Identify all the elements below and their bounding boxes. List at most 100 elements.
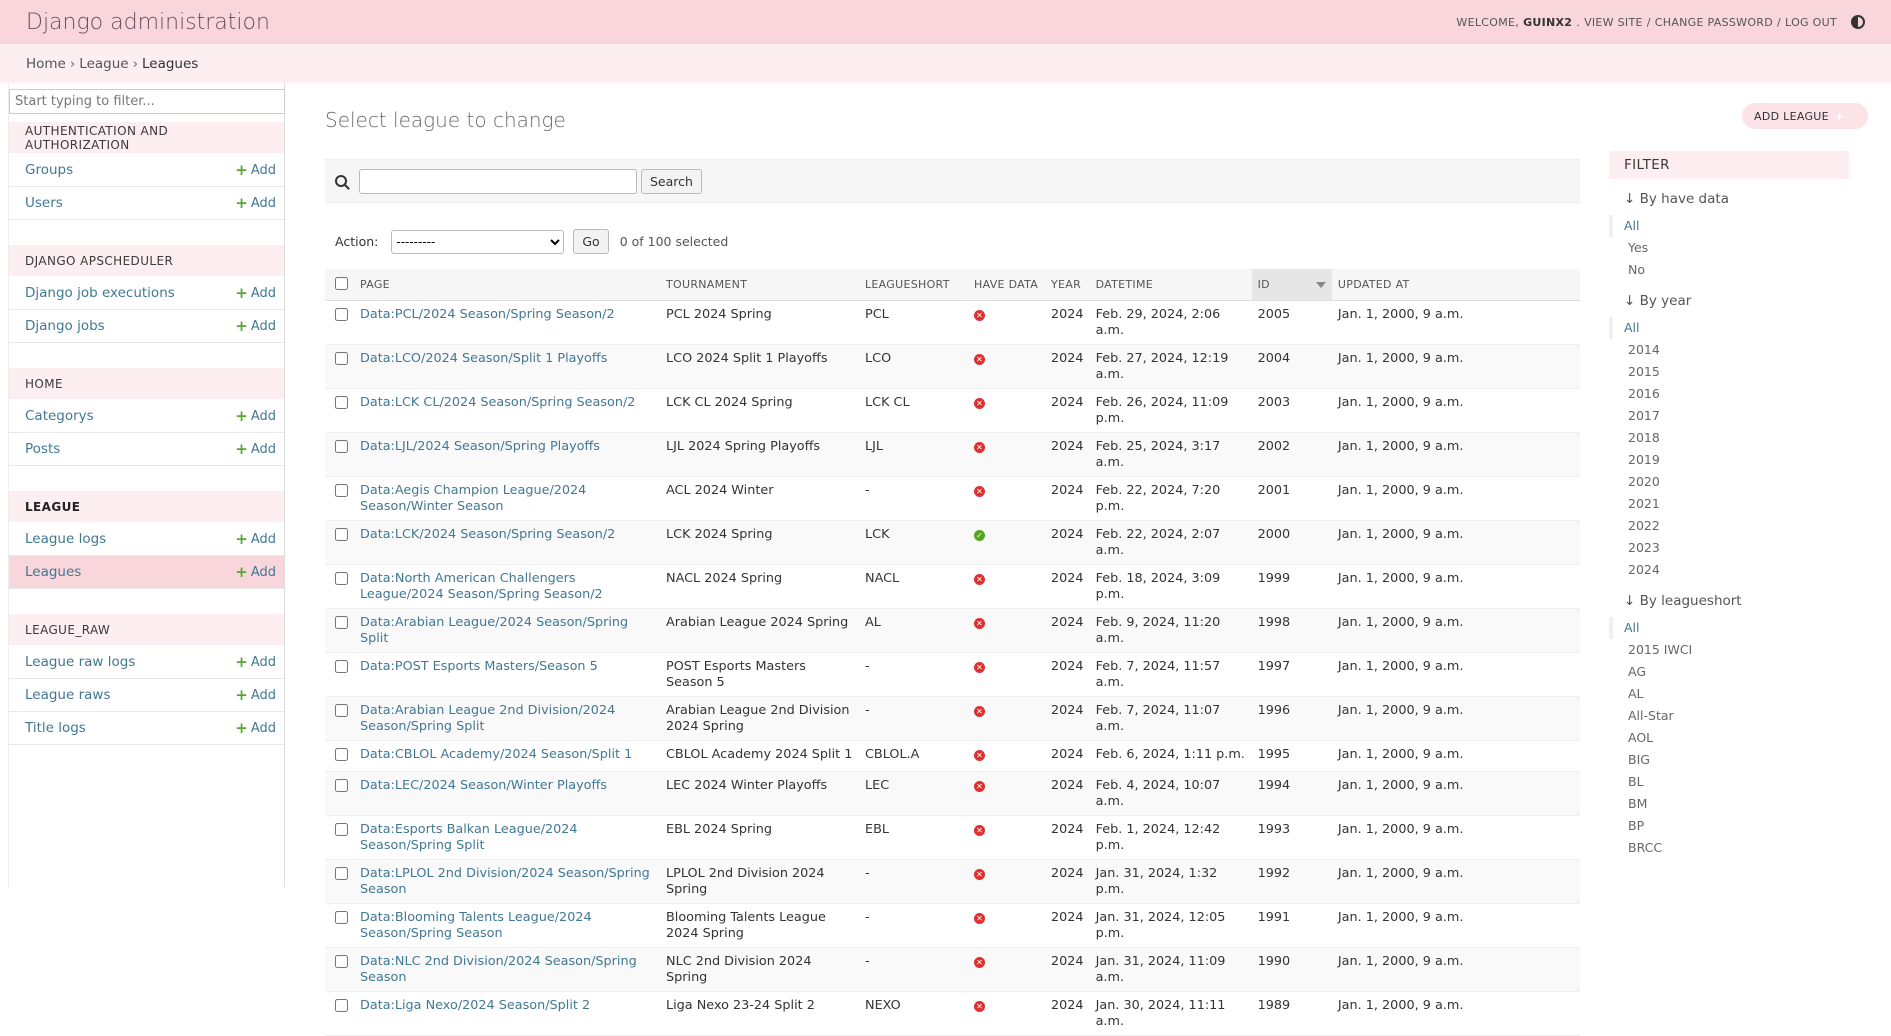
filter-option[interactable]: BL [1609, 771, 1849, 793]
row-checkbox[interactable] [335, 747, 348, 761]
filter-option[interactable]: 2014 [1609, 339, 1849, 361]
page-link[interactable]: Data:CBLOL Academy/2024 Season/Split 1 [360, 747, 632, 762]
page-link[interactable]: Data:POST Esports Masters/Season 5 [360, 659, 598, 674]
filter-option[interactable]: Yes [1609, 237, 1849, 259]
page-link[interactable]: Data:LPLOL 2nd Division/2024 Season/Spri… [360, 866, 650, 897]
page-link[interactable]: Data:Esports Balkan League/2024 Season/S… [360, 822, 578, 853]
filter-group-title[interactable]: ↓ By leagueshort [1624, 593, 1849, 609]
row-checkbox[interactable] [335, 822, 348, 836]
table-row[interactable]: Data:LCK/2024 Season/Spring Season/2 LCK … [325, 520, 1580, 565]
column-header-tournament[interactable]: TOURNAMENT [660, 269, 859, 301]
row-checkbox[interactable] [335, 998, 348, 1012]
filter-option[interactable]: AOL [1609, 727, 1849, 749]
row-checkbox[interactable] [335, 954, 348, 968]
app-caption[interactable]: LEAGUE [9, 491, 284, 523]
row-checkbox[interactable] [335, 439, 348, 453]
sidebar-add-link[interactable]: + Add [235, 719, 276, 737]
change-password-link[interactable]: CHANGE PASSWORD [1655, 16, 1773, 29]
page-link[interactable]: Data:Arabian League 2nd Division/2024 Se… [360, 703, 615, 734]
row-checkbox[interactable] [335, 571, 348, 585]
filter-option[interactable]: 2016 [1609, 383, 1849, 405]
sidebar-add-link[interactable]: + Add [235, 407, 276, 425]
filter-option[interactable]: All [1609, 617, 1849, 639]
page-link[interactable]: Data:Liga Nexo/2024 Season/Split 2 [360, 998, 590, 1013]
sidebar-model-link[interactable]: Groups [25, 162, 73, 178]
filter-option[interactable]: 2015 [1609, 361, 1849, 383]
sidebar-model-link[interactable]: League raw logs [25, 654, 135, 670]
sidebar-model-link[interactable]: Users [25, 195, 63, 211]
breadcrumb-home[interactable]: Home [26, 56, 66, 72]
sidebar-add-link[interactable]: + Add [235, 317, 276, 335]
table-row[interactable]: Data:Esports Balkan League/2024 Season/S… [325, 815, 1580, 860]
row-checkbox[interactable] [335, 703, 348, 717]
filter-option[interactable]: 2019 [1609, 449, 1849, 471]
sort-descending-icon[interactable] [1315, 281, 1326, 288]
sidebar-add-link[interactable]: + Add [235, 161, 276, 179]
filter-option[interactable]: AL [1609, 683, 1849, 705]
row-checkbox[interactable] [335, 395, 348, 409]
table-row[interactable]: Data:LCK CL/2024 Season/Spring Season/2 L… [325, 388, 1580, 433]
sidebar-model-link[interactable]: League logs [25, 531, 106, 547]
table-row[interactable]: Data:PCL/2024 Season/Spring Season/2 PCL … [325, 300, 1580, 345]
breadcrumb-app[interactable]: League [79, 56, 128, 72]
table-row[interactable]: Data:NLC 2nd Division/2024 Season/Spring… [325, 947, 1580, 992]
app-caption[interactable]: LEAGUE_RAW [9, 614, 284, 646]
page-link[interactable]: Data:LCK/2024 Season/Spring Season/2 [360, 527, 615, 542]
app-caption[interactable]: AUTHENTICATION AND AUTHORIZATION [9, 122, 284, 154]
page-link[interactable]: Data:Arabian League/2024 Season/Spring S… [360, 615, 628, 646]
filter-option[interactable]: 2017 [1609, 405, 1849, 427]
search-button[interactable]: Search [641, 168, 702, 194]
table-row[interactable]: Data:LPLOL 2nd Division/2024 Season/Spri… [325, 859, 1580, 904]
sidebar-add-link[interactable]: + Add [235, 284, 276, 302]
add-league-button[interactable]: ADD LEAGUE + [1742, 103, 1869, 129]
filter-option[interactable]: 2020 [1609, 471, 1849, 493]
row-checkbox[interactable] [335, 527, 348, 541]
app-caption[interactable]: DJANGO APSCHEDULER [9, 245, 284, 277]
column-header-updated-at[interactable]: UPDATED AT [1331, 269, 1580, 301]
filter-option[interactable]: 2018 [1609, 427, 1849, 449]
filter-group-title[interactable]: ↓ By year [1624, 293, 1849, 309]
page-link[interactable]: Data:LJL/2024 Season/Spring Playoffs [360, 439, 600, 454]
column-header-year[interactable]: YEAR [1045, 269, 1090, 301]
site-name[interactable]: Django administration [26, 10, 270, 35]
filter-option[interactable]: 2015 IWCI [1609, 639, 1849, 661]
row-checkbox[interactable] [335, 659, 348, 673]
table-row[interactable]: Data:North American Challengers League/2… [325, 564, 1580, 609]
page-link[interactable]: Data:NLC 2nd Division/2024 Season/Spring… [360, 954, 637, 985]
filter-option[interactable]: BIG [1609, 749, 1849, 771]
column-header-have-data[interactable]: HAVE DATA [968, 269, 1045, 301]
table-row[interactable]: Data:Arabian League 2nd Division/2024 Se… [325, 696, 1580, 741]
column-header-leagueshort[interactable]: LEAGUESHORT [859, 269, 968, 301]
theme-toggle-icon[interactable] [1851, 15, 1865, 29]
row-checkbox[interactable] [335, 866, 348, 880]
filter-option[interactable]: 2023 [1609, 537, 1849, 559]
page-link[interactable]: Data:LEC/2024 Season/Winter Playoffs [360, 778, 607, 793]
table-row[interactable]: Data:LEC/2024 Season/Winter Playoffs LEC … [325, 771, 1580, 816]
page-link[interactable]: Data:Aegis Champion League/2024 Season/W… [360, 483, 586, 514]
sidebar-model-link[interactable]: Categorys [25, 408, 94, 424]
row-checkbox[interactable] [335, 910, 348, 924]
search-input[interactable] [359, 168, 637, 194]
filter-option[interactable]: AG [1609, 661, 1849, 683]
filter-option[interactable]: BP [1609, 815, 1849, 837]
sidebar-model-link[interactable]: Title logs [25, 720, 86, 736]
action-select[interactable]: --------- [391, 229, 565, 254]
page-link[interactable]: Data:PCL/2024 Season/Spring Season/2 [360, 307, 615, 322]
sidebar-model-link[interactable]: League raws [25, 687, 110, 703]
table-row[interactable]: Data:Arabian League/2024 Season/Spring S… [325, 608, 1580, 653]
page-link[interactable]: Data:LCK CL/2024 Season/Spring Season/2 [360, 395, 635, 410]
log-out-link[interactable]: LOG OUT [1785, 16, 1837, 29]
table-row[interactable]: Data:POST Esports Masters/Season 5 POST E… [325, 652, 1580, 697]
page-link[interactable]: Data:North American Challengers League/2… [360, 571, 603, 602]
filter-option[interactable]: 2021 [1609, 493, 1849, 515]
filter-option[interactable]: All [1609, 317, 1849, 339]
filter-option[interactable]: All [1609, 215, 1849, 237]
view-site-link[interactable]: VIEW SITE [1584, 16, 1643, 29]
go-button[interactable]: Go [573, 229, 609, 254]
sidebar-model-link[interactable]: Django jobs [25, 318, 105, 334]
table-row[interactable]: Data:Liga Nexo/2024 Season/Split 2 Liga N… [325, 991, 1580, 1036]
row-checkbox[interactable] [335, 351, 348, 365]
filter-group-title[interactable]: ↓ By have data [1624, 191, 1849, 207]
filter-option[interactable]: BM [1609, 793, 1849, 815]
filter-option[interactable]: 2022 [1609, 515, 1849, 537]
